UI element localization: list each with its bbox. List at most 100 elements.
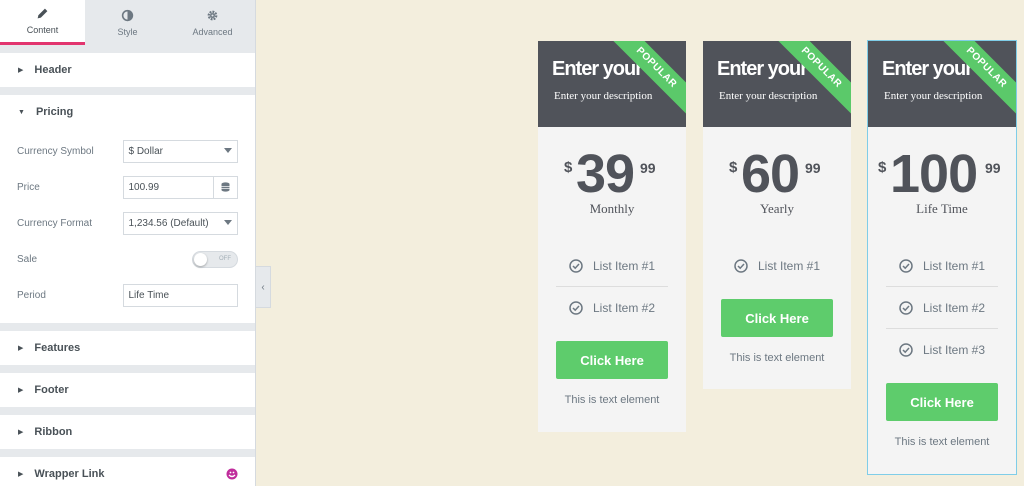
list-item: List Item #1 xyxy=(556,245,668,287)
currency-symbol-select[interactable]: $ Dollar xyxy=(122,139,238,163)
card-description: Enter your description xyxy=(554,90,653,102)
toggle-state: OFF xyxy=(219,256,231,262)
list-item: List Item #1 xyxy=(886,245,998,287)
field-label: Price xyxy=(17,181,40,193)
caret-right-icon: ▶ xyxy=(18,387,24,394)
currency-symbol: $ xyxy=(564,159,573,176)
price-display: $ 39 99 xyxy=(538,147,686,217)
check-circle-icon xyxy=(569,258,583,273)
divider xyxy=(0,87,255,95)
field-label: Currency Symbol xyxy=(17,145,94,157)
price-fraction: 99 xyxy=(640,160,656,176)
price-fraction: 99 xyxy=(985,160,1001,176)
caret-right-icon: ▶ xyxy=(18,429,24,436)
pro-badge-icon xyxy=(226,468,238,480)
price-amount: 60 xyxy=(741,144,800,204)
footer-text: This is text element xyxy=(894,436,990,448)
pricing-card-3[interactable]: Enter your tit Enter your description PO… xyxy=(867,40,1017,475)
select-value: 1,234.56 (Default) xyxy=(128,217,209,229)
list-item-label: List Item #2 xyxy=(922,300,986,315)
pricing-card-1[interactable]: Enter your tit Enter your description PO… xyxy=(538,41,686,432)
database-icon xyxy=(221,182,230,192)
list-item: List Item #2 xyxy=(556,287,668,329)
currency-symbol: $ xyxy=(729,159,738,176)
section-footer[interactable]: ▶ Footer xyxy=(0,373,255,407)
divider xyxy=(0,45,255,53)
list-item: List Item #2 xyxy=(886,287,998,329)
price-amount: 39 xyxy=(576,144,635,204)
footer-text: This is text element xyxy=(564,394,660,406)
cta-button[interactable]: Click Here xyxy=(556,341,668,379)
dynamic-tags-button[interactable] xyxy=(214,175,238,199)
period-row: Period Life Time xyxy=(17,277,238,313)
panel-tabs: Content Style Advanced xyxy=(0,0,255,45)
pencil-icon xyxy=(37,8,48,19)
card-description: Enter your description xyxy=(884,90,983,102)
tab-label: Advanced xyxy=(192,26,233,37)
price-amount: 100 xyxy=(890,144,978,204)
dropdown-arrow-icon xyxy=(224,219,232,225)
list-item: List Item #1 xyxy=(721,245,833,287)
check-circle-icon xyxy=(899,258,913,273)
tab-advanced[interactable]: Advanced xyxy=(170,0,255,45)
currency-format-select[interactable]: 1,234.56 (Default) xyxy=(122,211,238,235)
caret-right-icon: ▶ xyxy=(18,67,24,74)
tab-style[interactable]: Style xyxy=(85,0,170,45)
divider xyxy=(0,323,255,331)
caret-right-icon: ▶ xyxy=(18,345,24,352)
select-value: $ Dollar xyxy=(128,145,163,157)
section-title: Wrapper Link xyxy=(34,468,105,480)
section-features[interactable]: ▶ Features xyxy=(0,331,255,365)
card-description: Enter your description xyxy=(719,90,818,102)
caret-right-icon: ▶ xyxy=(18,471,24,478)
section-title: Header xyxy=(34,64,72,76)
section-wrapper-link[interactable]: ▶ Wrapper Link xyxy=(0,457,255,486)
list-item: List Item #3 xyxy=(886,329,998,371)
cta-button[interactable]: Click Here xyxy=(886,383,998,421)
gear-icon xyxy=(207,10,218,20)
divider xyxy=(0,365,255,373)
section-title: Ribbon xyxy=(34,426,73,438)
collapse-panel-button[interactable]: ‹ xyxy=(256,266,271,308)
sale-row: Sale OFF xyxy=(17,241,238,277)
section-pricing[interactable]: ▼ Pricing xyxy=(0,95,255,129)
price-row: Price 100.99 xyxy=(17,169,238,205)
card-header: Enter your tit Enter your description PO… xyxy=(703,41,851,127)
tab-label: Style xyxy=(117,26,138,37)
section-ribbon[interactable]: ▶ Ribbon xyxy=(0,415,255,449)
divider xyxy=(0,449,255,457)
input-value: 100.99 xyxy=(128,181,160,193)
price-input[interactable]: 100.99 xyxy=(122,175,215,199)
section-title: Pricing xyxy=(35,106,74,118)
check-circle-icon xyxy=(569,301,583,315)
check-circle-icon xyxy=(899,300,913,315)
section-title: Footer xyxy=(34,384,69,396)
field-label: Sale xyxy=(17,253,38,265)
field-label: Currency Format xyxy=(17,217,93,229)
list-item-label: List Item #1 xyxy=(757,259,821,273)
price-display: $ 100 99 xyxy=(868,147,1016,217)
toggle-knob xyxy=(194,252,208,266)
pricing-controls: Currency Symbol $ Dollar Price 100.99 Cu… xyxy=(0,129,255,323)
list-item-label: List Item #1 xyxy=(592,258,656,273)
sale-toggle[interactable]: OFF xyxy=(192,250,238,268)
period-input[interactable]: Life Time xyxy=(122,283,238,307)
card-header: Enter your tit Enter your description PO… xyxy=(868,41,1016,127)
section-header[interactable]: ▶ Header xyxy=(0,53,255,87)
list-item-label: List Item #2 xyxy=(592,301,656,315)
check-circle-icon xyxy=(899,343,913,357)
price-fraction: 99 xyxy=(805,160,821,176)
feature-list: List Item #1 List Item #2 List Item #3 xyxy=(886,245,998,371)
pricing-card-2[interactable]: Enter your tit Enter your description PO… xyxy=(703,41,851,389)
currency-format-row: Currency Format 1,234.56 (Default) xyxy=(17,205,238,241)
divider xyxy=(0,407,255,415)
check-circle-icon xyxy=(734,259,748,273)
input-value: Life Time xyxy=(128,289,170,301)
footer-text: This is text element xyxy=(729,352,825,364)
card-header: Enter your tit Enter your description PO… xyxy=(538,41,686,127)
tab-content[interactable]: Content xyxy=(0,0,85,45)
dropdown-arrow-icon xyxy=(224,147,232,153)
price-display: $ 60 99 xyxy=(703,147,851,217)
cta-button[interactable]: Click Here xyxy=(721,299,833,337)
chevron-left-icon: ‹ xyxy=(261,281,265,293)
